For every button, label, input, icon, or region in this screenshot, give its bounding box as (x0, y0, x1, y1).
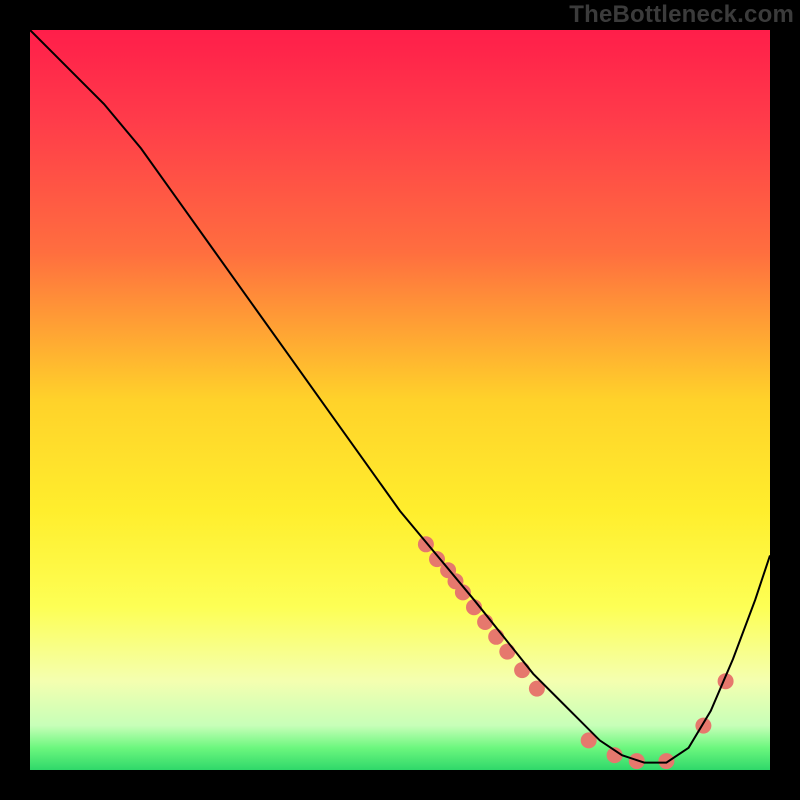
plot-background (30, 30, 770, 770)
chart-svg (0, 0, 800, 800)
scatter-point (514, 662, 530, 678)
scatter-point (499, 644, 515, 660)
chart-container: TheBottleneck.com (0, 0, 800, 800)
scatter-point (658, 753, 674, 769)
watermark-text: TheBottleneck.com (569, 1, 794, 29)
scatter-point (488, 629, 504, 645)
